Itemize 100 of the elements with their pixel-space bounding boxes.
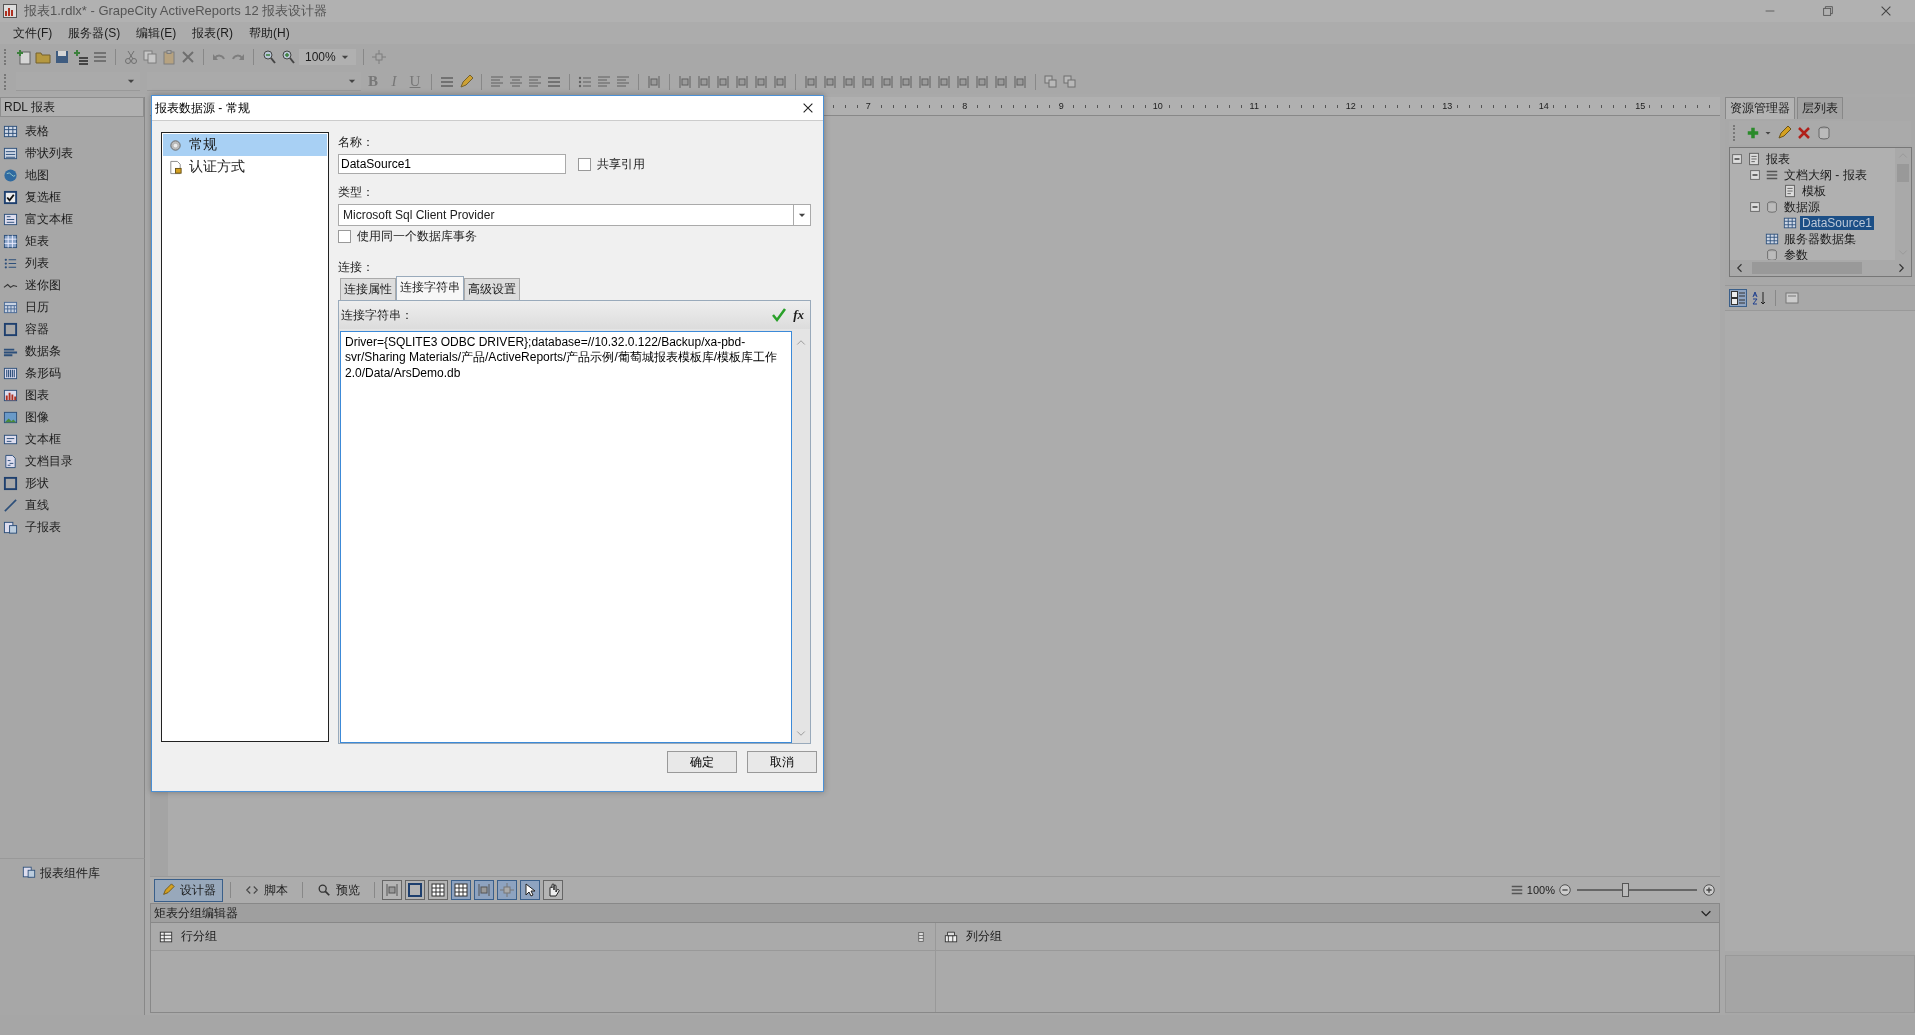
spacing-icon[interactable]	[803, 73, 819, 90]
spacing-icon[interactable]	[993, 73, 1009, 90]
add-icon[interactable]	[1746, 126, 1760, 140]
cut-icon[interactable]	[123, 48, 139, 65]
toolbox-item[interactable]: 带状列表	[25, 144, 73, 162]
view-tab[interactable]: 预览	[310, 878, 367, 902]
name-field[interactable]: DataSource1	[338, 154, 566, 174]
align-icon[interactable]	[677, 73, 693, 90]
database-icon[interactable]	[1816, 125, 1832, 141]
checkbox[interactable]	[338, 230, 351, 243]
toolbox-item[interactable]: 复选框	[25, 188, 61, 206]
align-icon[interactable]	[715, 73, 731, 90]
toolbox-item[interactable]: 直线	[25, 496, 49, 514]
zoom-out-icon[interactable]	[280, 48, 296, 65]
tab[interactable]: 连接属性	[340, 278, 396, 300]
grid-snap-icon[interactable]	[451, 880, 471, 900]
border-icon[interactable]	[405, 880, 425, 900]
align-icon[interactable]	[753, 73, 769, 90]
nav-item[interactable]: 常规	[163, 134, 327, 156]
spacing-icon[interactable]	[917, 73, 933, 90]
grid-icon[interactable]	[428, 880, 448, 900]
toolbox-item[interactable]: 子报表	[25, 518, 61, 536]
new-report-icon[interactable]	[16, 48, 32, 65]
spacing-icon[interactable]	[955, 73, 971, 90]
toolbox-item[interactable]: 列表	[25, 254, 49, 272]
align-icon[interactable]	[772, 73, 788, 90]
restore-icon[interactable]	[1821, 4, 1835, 18]
send-to-back-icon[interactable]	[1062, 73, 1078, 90]
toolbox-item[interactable]: 容器	[25, 320, 49, 338]
hand-icon[interactable]	[543, 880, 563, 900]
tree-item[interactable]: 模板	[1800, 182, 1828, 200]
zoom-dropdown[interactable]: 100%	[299, 48, 356, 65]
collapse-icon[interactable]	[1750, 170, 1760, 180]
zoom-in-icon[interactable]	[261, 48, 277, 65]
move-icon[interactable]	[370, 48, 387, 65]
categorized-icon[interactable]	[1729, 289, 1747, 307]
panel-tab[interactable]: 层列表	[1797, 97, 1843, 119]
spacing-icon[interactable]	[936, 73, 952, 90]
toolbox-item[interactable]: 日历	[25, 298, 49, 316]
tab[interactable]: 高级设置	[464, 278, 520, 300]
menu-item[interactable]: 编辑(E)	[129, 22, 184, 44]
slider-thumb[interactable]	[1622, 883, 1629, 897]
tree-item[interactable]: 参数	[1782, 246, 1810, 260]
nav-item[interactable]: 认证方式	[163, 156, 327, 178]
connection-string-field[interactable]: Driver={SQLITE3 ODBC DRIVER};database=//10.32.0.122/Backup/xa-pbd-svr/Sharing Materials/产品/ActiveReports/产品示例/葡萄城报表模板库/模板库工作2.0/Data/ArsDemo.db	[340, 331, 792, 743]
collapse-icon[interactable]	[1732, 154, 1742, 164]
toolbox-item[interactable]: 文档目录	[25, 452, 73, 470]
toolbox-item[interactable]: 图像	[25, 408, 49, 426]
spacing-icon[interactable]	[898, 73, 914, 90]
caret-icon[interactable]	[1764, 129, 1772, 137]
toolbox-item[interactable]: 形状	[25, 474, 49, 492]
menu-item[interactable]: 帮助(H)	[242, 22, 297, 44]
align-grid-icon[interactable]	[646, 73, 662, 90]
menu-item[interactable]: 报表(R)	[185, 22, 240, 44]
toolbox-item[interactable]: 富文本框	[25, 210, 73, 228]
align-center-icon[interactable]	[508, 73, 524, 90]
spacing-icon[interactable]	[879, 73, 895, 90]
panel-tab[interactable]: 报表组件库	[40, 865, 100, 882]
expression-button[interactable]: fx	[793, 307, 804, 323]
spacing-icon[interactable]	[974, 73, 990, 90]
close-icon[interactable]	[801, 101, 815, 115]
cancel-button[interactable]: 取消	[747, 751, 817, 773]
align-icon[interactable]	[696, 73, 712, 90]
menu-item[interactable]: 文件(F)	[6, 22, 60, 44]
spacing-icon[interactable]	[841, 73, 857, 90]
toolbox-item[interactable]: 条形码	[25, 364, 61, 382]
toolbox-item[interactable]: 迷你图	[25, 276, 61, 294]
panel-tab[interactable]: 资源管理器	[1725, 97, 1795, 119]
spacing-icon[interactable]	[860, 73, 876, 90]
checkbox[interactable]	[578, 157, 591, 171]
toolbox-item[interactable]: 表格	[25, 122, 49, 140]
add-list-icon[interactable]	[73, 48, 89, 65]
toolbox-item[interactable]: 图表	[25, 386, 49, 404]
spacing-icon[interactable]	[822, 73, 838, 90]
view-tab[interactable]: 脚本	[238, 878, 295, 902]
ok-button[interactable]: 确定	[667, 751, 737, 773]
copy-icon[interactable]	[142, 48, 158, 65]
tree-item[interactable]: 文档大纲 - 报表	[1782, 166, 1869, 184]
toolbox-item[interactable]: 数据条	[25, 342, 61, 360]
tree-item[interactable]: 数据源	[1782, 198, 1822, 216]
zoom-in-icon[interactable]	[1702, 883, 1716, 897]
toolbox-item[interactable]: 地图	[25, 166, 49, 184]
tree-item[interactable]: 服务器数据集	[1782, 230, 1858, 248]
zoom-out-icon[interactable]	[1558, 883, 1572, 897]
toolbox-item[interactable]: 文本框	[25, 430, 61, 448]
align-left-icon[interactable]	[489, 73, 505, 90]
check-icon[interactable]	[771, 307, 788, 323]
collapse-icon[interactable]	[1750, 202, 1760, 212]
pointer-icon[interactable]	[520, 880, 540, 900]
tree-item[interactable]: DataSource1	[1800, 216, 1875, 230]
property-pages-icon[interactable]	[1784, 290, 1800, 306]
align-icon[interactable]	[734, 73, 750, 90]
view-tab[interactable]: 设计器	[154, 878, 223, 902]
type-dropdown[interactable]: Microsoft Sql Client Provider	[338, 204, 811, 226]
toolbox-item[interactable]: 矩表	[25, 232, 49, 250]
sort-az-icon[interactable]	[1751, 290, 1767, 306]
menu-item[interactable]: 服务器(S)	[61, 22, 128, 44]
spacing-icon[interactable]	[1012, 73, 1028, 90]
paste-icon[interactable]	[161, 48, 177, 65]
tab[interactable]: 连接字符串	[396, 276, 464, 300]
